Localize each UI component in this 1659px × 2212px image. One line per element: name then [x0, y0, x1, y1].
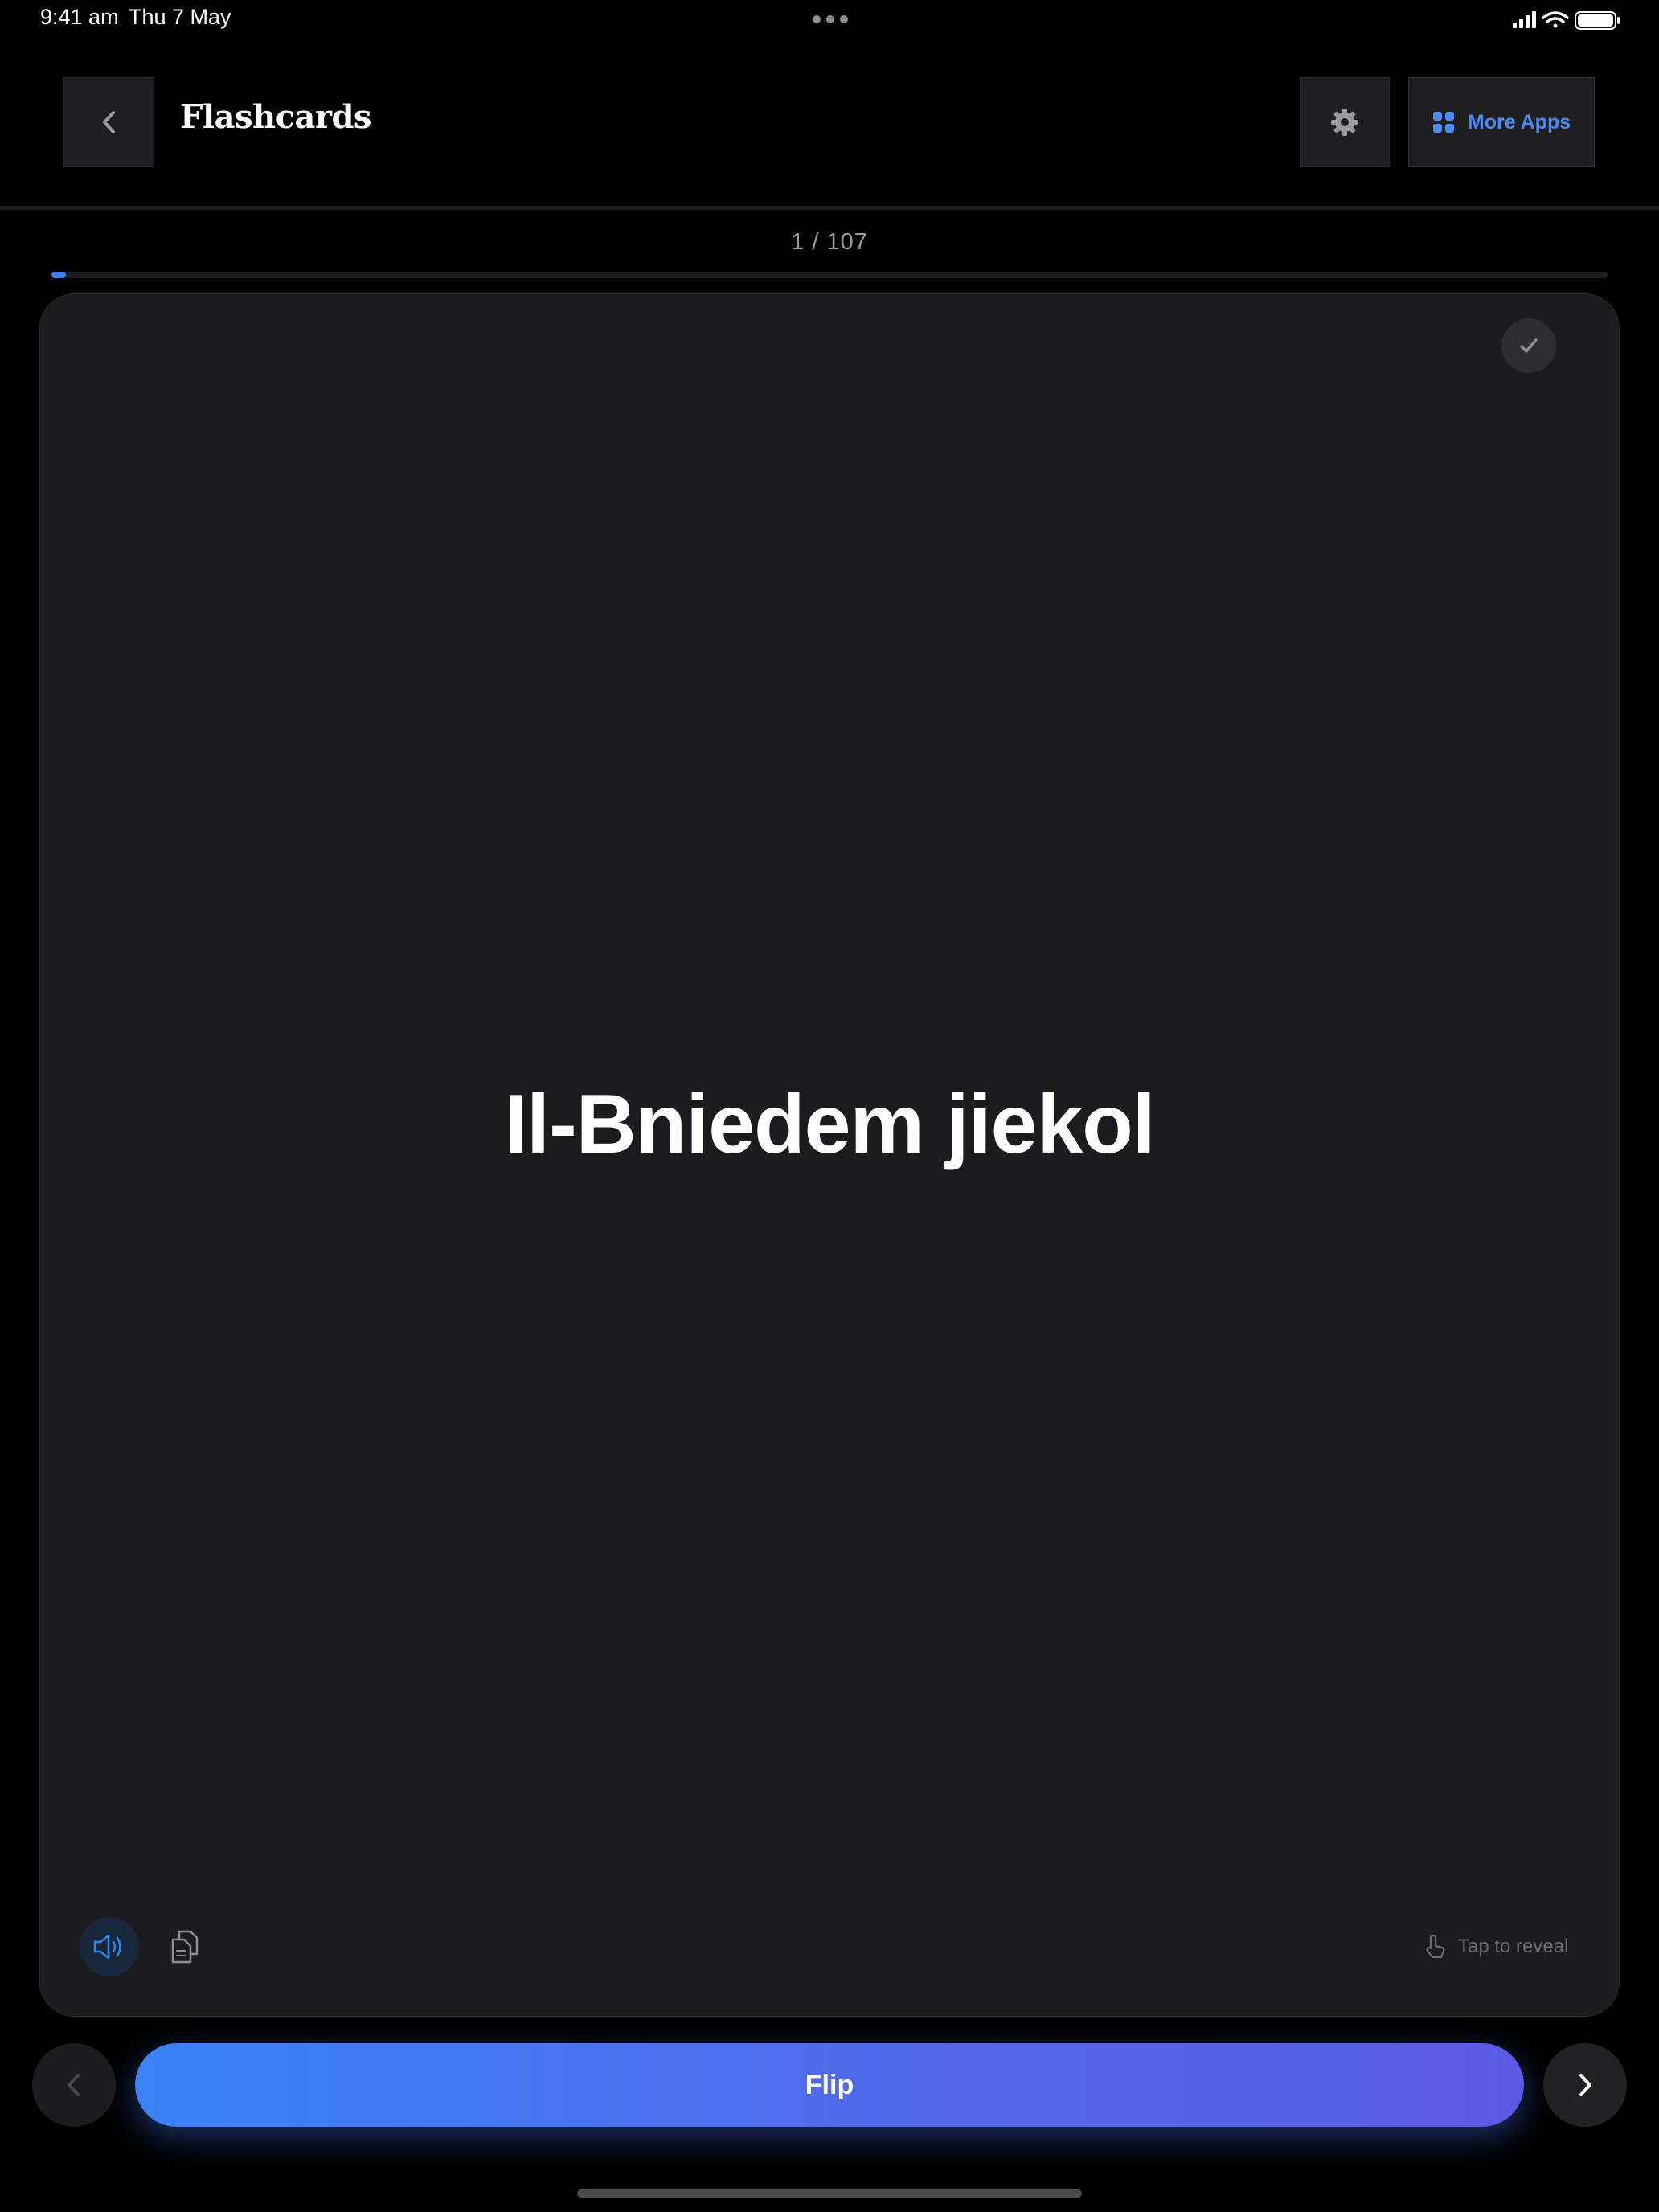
gear-icon	[1331, 109, 1358, 136]
speaker-icon	[93, 1934, 121, 1960]
flip-button[interactable]: Flip	[135, 2043, 1524, 2127]
status-indicators	[1513, 11, 1620, 30]
progress-fill	[51, 272, 67, 278]
signal-icon	[1513, 11, 1536, 28]
progress-bar	[51, 272, 1608, 278]
page-title: Flashcards	[180, 98, 371, 136]
chevron-left-icon	[68, 2074, 80, 2096]
status-date: Thu 7 May	[129, 5, 231, 29]
chevron-right-icon	[1579, 2074, 1591, 2096]
more-apps-button[interactable]: More Apps	[1408, 77, 1595, 167]
tap-to-reveal-label: Tap to reveal	[1458, 1936, 1569, 1957]
status-time: 9:41 am	[40, 5, 119, 29]
multitasking-dots-icon[interactable]	[810, 11, 850, 27]
copy-icon	[171, 1930, 199, 1964]
back-button[interactable]	[63, 77, 154, 167]
card-term: Il-Bniedem jiekol	[504, 1078, 1155, 1171]
grid-icon	[1432, 112, 1454, 133]
tap-to-reveal-hint: Tap to reveal	[1423, 1933, 1568, 1960]
previous-card-button[interactable]	[32, 2043, 116, 2127]
card-counter: 1 / 107	[791, 229, 868, 255]
chevron-left-icon	[102, 111, 115, 133]
header-divider	[0, 206, 1659, 210]
next-card-button[interactable]	[1543, 2043, 1627, 2127]
mark-known-button[interactable]	[1501, 318, 1556, 373]
home-indicator[interactable]	[577, 2189, 1082, 2198]
more-apps-label: More Apps	[1467, 110, 1571, 133]
tap-hand-icon	[1426, 1934, 1445, 1959]
wifi-icon	[1542, 11, 1569, 28]
copy-button[interactable]	[164, 1926, 206, 1968]
speak-button[interactable]	[80, 1917, 139, 1976]
battery-icon	[1575, 11, 1620, 30]
settings-button[interactable]	[1300, 77, 1390, 167]
checkmark-icon	[1520, 338, 1538, 353]
